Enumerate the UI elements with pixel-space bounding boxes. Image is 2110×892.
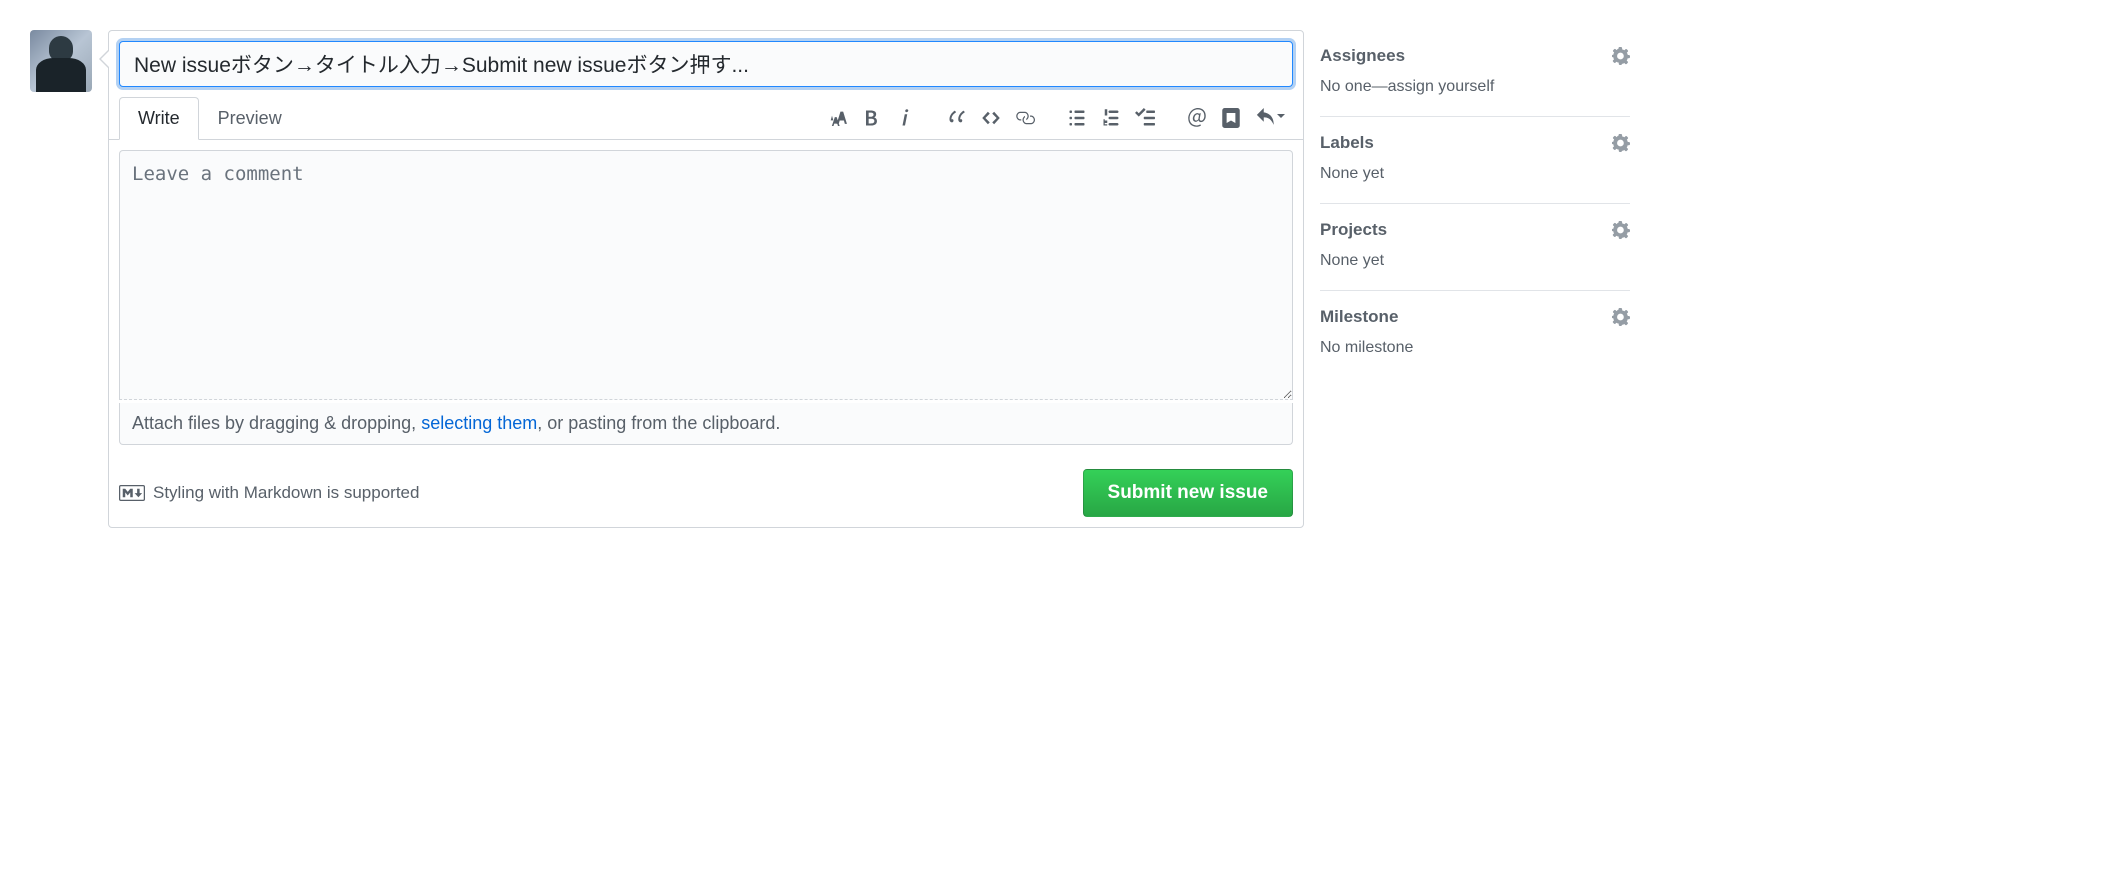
editor-tabs-bar: Write Preview	[109, 97, 1303, 140]
attach-suffix: , or pasting from the clipboard.	[537, 413, 780, 433]
attach-select-link[interactable]: selecting them	[421, 413, 537, 433]
projects-value: None yet	[1320, 252, 1630, 270]
gear-icon[interactable]	[1612, 134, 1630, 152]
assignees-title: Assignees	[1320, 46, 1405, 66]
italic-icon[interactable]	[895, 108, 915, 128]
tab-write[interactable]: Write	[119, 97, 199, 140]
text-size-icon[interactable]	[827, 108, 847, 128]
bold-icon[interactable]	[861, 108, 881, 128]
issue-composer: Write Preview	[108, 30, 1304, 528]
sidebar: Assignees No one—assign yourself Labels …	[1320, 30, 1630, 528]
chevron-down-icon	[1277, 114, 1285, 122]
attach-prefix: Attach files by dragging & dropping,	[132, 413, 421, 433]
gear-icon[interactable]	[1612, 47, 1630, 65]
link-icon[interactable]	[1015, 108, 1035, 128]
issue-title-input[interactable]	[119, 41, 1293, 87]
main-column: Write Preview	[108, 30, 1304, 528]
assignees-none-text: No one—	[1320, 78, 1388, 95]
avatar[interactable]	[30, 30, 92, 92]
comment-body-wrap: Attach files by dragging & dropping, sel…	[109, 140, 1303, 455]
comment-textarea[interactable]	[119, 150, 1293, 400]
composer-footer: Styling with Markdown is supported Submi…	[119, 455, 1293, 527]
sidebar-milestone: Milestone No milestone	[1320, 291, 1630, 377]
sidebar-projects: Projects None yet	[1320, 204, 1630, 291]
tabs: Write Preview	[119, 97, 301, 140]
sidebar-assignees: Assignees No one—assign yourself	[1320, 30, 1630, 117]
milestone-title: Milestone	[1320, 307, 1398, 327]
reply-dropdown[interactable]	[1255, 108, 1285, 128]
saved-reply-icon[interactable]	[1221, 108, 1241, 128]
quote-icon[interactable]	[947, 108, 967, 128]
labels-value: None yet	[1320, 165, 1630, 183]
milestone-value: No milestone	[1320, 339, 1630, 357]
task-list-icon[interactable]	[1135, 108, 1155, 128]
submit-new-issue-button[interactable]: Submit new issue	[1083, 469, 1293, 517]
markdown-icon	[119, 484, 145, 502]
assignees-value: No one—assign yourself	[1320, 78, 1630, 96]
attach-hint[interactable]: Attach files by dragging & dropping, sel…	[119, 403, 1293, 445]
sidebar-labels: Labels None yet	[1320, 117, 1630, 204]
new-issue-form: Write Preview	[30, 30, 1630, 528]
tab-preview[interactable]: Preview	[199, 97, 301, 140]
markdown-hint-text: Styling with Markdown is supported	[153, 483, 419, 503]
ordered-list-icon[interactable]	[1101, 108, 1121, 128]
mention-icon[interactable]	[1187, 108, 1207, 128]
gear-icon[interactable]	[1612, 308, 1630, 326]
projects-title: Projects	[1320, 220, 1387, 240]
unordered-list-icon[interactable]	[1067, 108, 1087, 128]
markdown-hint[interactable]: Styling with Markdown is supported	[119, 483, 419, 503]
assign-yourself-link[interactable]: assign yourself	[1388, 78, 1495, 95]
gear-icon[interactable]	[1612, 221, 1630, 239]
labels-title: Labels	[1320, 133, 1374, 153]
code-icon[interactable]	[981, 108, 1001, 128]
markdown-toolbar	[827, 108, 1293, 128]
